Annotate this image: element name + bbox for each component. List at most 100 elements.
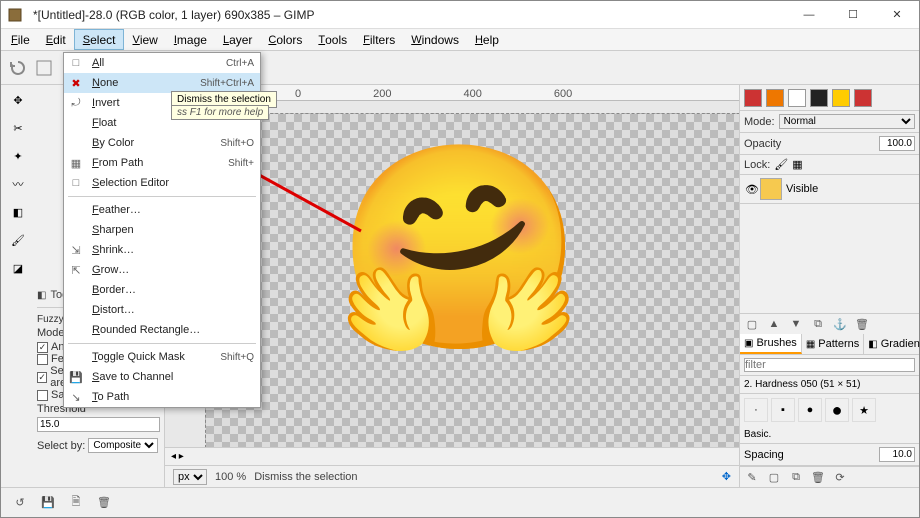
new-layer-icon[interactable]: ▢ [744, 316, 760, 332]
minimize-button[interactable]: — [787, 1, 831, 29]
layer-thumbnail[interactable] [760, 178, 782, 200]
brush-item[interactable]: ● [798, 398, 822, 422]
tab-patterns[interactable]: ▦ Patterns [802, 334, 864, 354]
delete-layer-icon[interactable]: 🗑 [854, 316, 870, 332]
brush-filter-input[interactable] [744, 358, 915, 372]
reset-icon[interactable]: ↺ [11, 494, 29, 512]
menu-item-all[interactable]: □AllCtrl+A [64, 53, 260, 73]
menu-item-distort-[interactable]: Distort… [64, 300, 260, 320]
unit-dropdown[interactable]: px [173, 469, 207, 485]
canvas-scrollbar-h[interactable]: ◂ ▸ [165, 447, 739, 465]
menu-file[interactable]: File [3, 29, 38, 50]
brush-item[interactable]: ▪ [771, 398, 795, 422]
brush-grid[interactable]: · ▪ ● ● ★ [740, 394, 919, 426]
menu-item-feather-[interactable]: Feather… [64, 200, 260, 220]
menubar: FileEditSelectViewImageLayerColorsToolsF… [1, 29, 919, 51]
menu-layer[interactable]: Layer [215, 29, 260, 50]
blend-mode-dropdown[interactable]: Normal [779, 114, 915, 129]
menu-colors[interactable]: Colors [260, 29, 310, 50]
duplicate-brush-icon[interactable]: ⧉ [788, 469, 804, 485]
window-title: *[Untitled]-28.0 (RGB color, 1 layer) 69… [29, 8, 787, 22]
swatch-black-icon[interactable] [810, 89, 828, 107]
crop-tool-icon[interactable]: ✂ [7, 117, 29, 139]
brush-actions: ✎ ▢ ⧉ 🗑 ⟳ [740, 466, 919, 487]
menu-select[interactable]: Select [74, 29, 125, 50]
menu-item-by-color[interactable]: By ColorShift+O [64, 133, 260, 153]
opacity-input[interactable] [879, 136, 915, 151]
zoom-value[interactable]: 100 % [215, 471, 246, 483]
swatch-red2-icon[interactable] [854, 89, 872, 107]
toolbox: ✥ ✂ ✦ 〰 ◧ 🖌 ◪ [1, 85, 35, 487]
menu-edit[interactable]: Edit [38, 29, 74, 50]
eraser-tool-icon[interactable]: ◪ [7, 257, 29, 279]
menu-item-toggle-quick-mask[interactable]: Toggle Quick MaskShift+Q [64, 347, 260, 367]
channels-tabstrip[interactable] [740, 85, 919, 111]
brush-info: 2. Hardness 050 (51 × 51) [740, 376, 919, 394]
menu-item-rounded-rectangle-[interactable]: Rounded Rectangle… [64, 320, 260, 340]
swatch-yellow-icon[interactable] [832, 89, 850, 107]
duplicate-layer-icon[interactable]: ⧉ [810, 316, 826, 332]
swatch-red-icon[interactable] [744, 89, 762, 107]
menu-item-sharpen[interactable]: Sharpen [64, 220, 260, 240]
swatch-white-icon[interactable] [788, 89, 806, 107]
menu-item-border-[interactable]: Border… [64, 280, 260, 300]
menu-item-from-path[interactable]: ▦From PathShift+ [64, 153, 260, 173]
tab-gradients[interactable]: ◧ Gradients [864, 334, 920, 354]
menu-item-shrink-[interactable]: ⇲Shrink… [64, 240, 260, 260]
delete-icon[interactable]: 🗑 [95, 494, 113, 512]
paths-tool-icon[interactable]: 〰 [7, 173, 29, 195]
layer-name[interactable]: Visible [786, 183, 818, 195]
color-picker-tool-icon[interactable]: ◧ [7, 201, 29, 223]
menu-item-grow-[interactable]: ⇱Grow… [64, 260, 260, 280]
anchor-layer-icon[interactable]: ⚓ [832, 316, 848, 332]
move-tool-icon[interactable]: ✥ [7, 89, 29, 111]
image-content-emoji: 🤗 [335, 149, 584, 349]
fuzzy-select-tool-icon[interactable]: ✦ [7, 145, 29, 167]
delete-brush-icon[interactable]: 🗑 [810, 469, 826, 485]
opacity-label: Opacity [744, 138, 875, 150]
lock-alpha-icon[interactable]: ▦ [792, 158, 802, 171]
right-dock: Mode: Normal Opacity Lock: 🖌 ▦ 👁 Visible… [739, 85, 919, 487]
brush-item[interactable]: ★ [852, 398, 876, 422]
raise-layer-icon[interactable]: ▲ [766, 316, 782, 332]
edit-brush-icon[interactable]: ✎ [744, 469, 760, 485]
menu-filters[interactable]: Filters [355, 29, 403, 50]
menu-windows[interactable]: Windows [403, 29, 467, 50]
threshold-input[interactable] [37, 417, 160, 432]
lock-pixels-icon[interactable]: 🖌 [774, 158, 788, 171]
close-button[interactable]: ✕ [875, 1, 919, 29]
app-icon [7, 7, 23, 23]
undo-history-icon[interactable] [7, 57, 29, 79]
lock-label: Lock: [744, 159, 770, 171]
select-by-dropdown[interactable]: Composite [88, 438, 158, 453]
brush-item[interactable]: ● [825, 398, 849, 422]
refresh-brushes-icon[interactable]: ⟳ [832, 469, 848, 485]
layers-actions: ▢ ▲ ▼ ⧉ ⚓ 🗑 [740, 313, 919, 334]
layer-visibility-icon[interactable]: 👁 [744, 183, 760, 196]
menu-view[interactable]: View [124, 29, 165, 50]
menu-item-selection-editor[interactable]: □Selection Editor [64, 173, 260, 193]
menu-image[interactable]: Image [166, 29, 215, 50]
swatch-orange-icon[interactable] [766, 89, 784, 107]
save-icon[interactable]: 💾 [39, 494, 57, 512]
brush-item[interactable]: · [744, 398, 768, 422]
status-bar: px 100 % Dismiss the selection ✥ [165, 465, 739, 487]
spacing-input[interactable] [879, 447, 915, 462]
brush-category[interactable]: Basic. [740, 426, 919, 444]
navigation-icon[interactable]: ✥ [722, 470, 731, 483]
menu-help[interactable]: Help [467, 29, 507, 50]
image-tab-icon[interactable] [33, 57, 55, 79]
select-by-label: Select by: [37, 440, 85, 452]
spacing-label: Spacing [744, 449, 875, 461]
new-brush-icon[interactable]: ▢ [766, 469, 782, 485]
mode-label: Mode: [744, 116, 775, 128]
document-icon[interactable]: 🗎 [67, 494, 85, 512]
paintbrush-tool-icon[interactable]: 🖌 [7, 229, 29, 251]
lower-layer-icon[interactable]: ▼ [788, 316, 804, 332]
maximize-button[interactable]: ☐ [831, 1, 875, 29]
menu-item-save-to-channel[interactable]: 💾Save to Channel [64, 367, 260, 387]
menu-item-to-path[interactable]: ↘To Path [64, 387, 260, 407]
tab-brushes[interactable]: ▣ Brushes [740, 334, 802, 354]
menu-item-none[interactable]: ✖NoneShift+Ctrl+A [64, 73, 260, 93]
menu-tools[interactable]: Tools [310, 29, 355, 50]
